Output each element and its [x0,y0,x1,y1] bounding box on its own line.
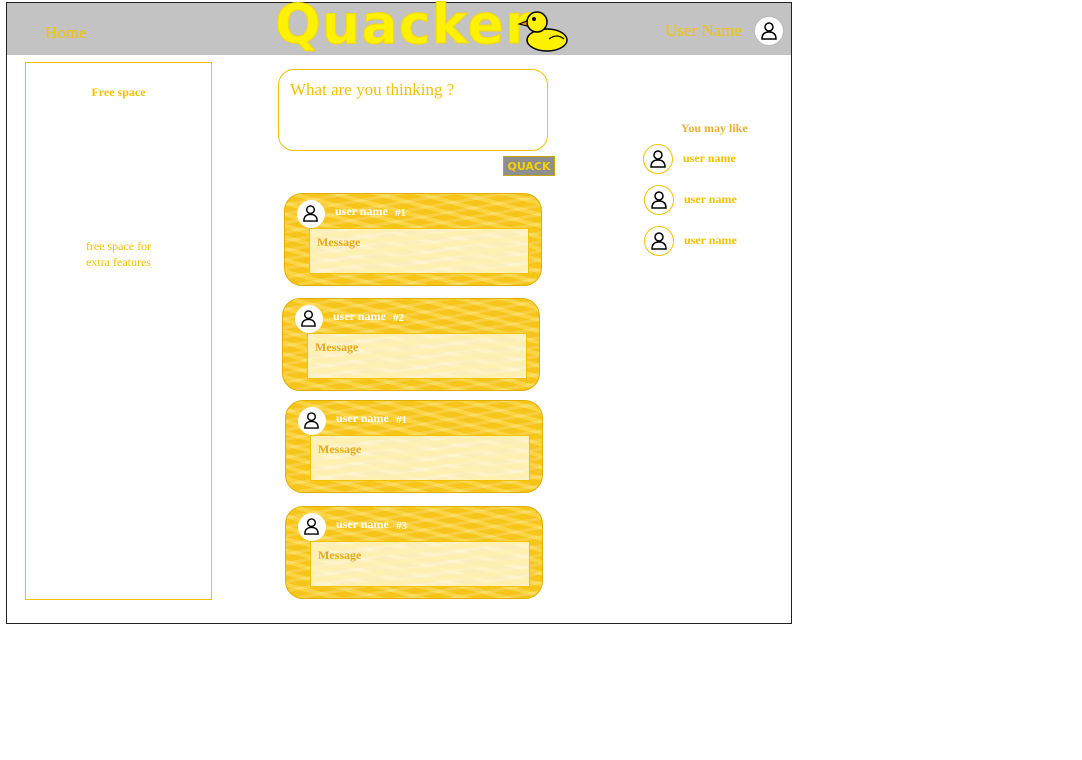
post-username[interactable]: user name [333,309,386,324]
post-message: Message [310,541,530,587]
sidebar-description-line2: extra features [86,255,151,269]
you-may-like-title: You may like [681,121,748,135]
post-message-text: Message [317,235,361,249]
app-frame: Home Quacker User Name Free space free s… [6,0,792,624]
logo-text: Quacker [275,0,533,57]
suggested-user-name[interactable]: user name [684,233,737,248]
post-input[interactable] [288,78,542,142]
post-username[interactable]: user name [336,411,389,426]
post-avatar[interactable] [298,407,326,435]
suggested-user[interactable]: user name [643,226,783,256]
user-icon [651,191,667,209]
user-icon [304,518,319,535]
feed-post: user name #2 Message [282,298,540,391]
feed-post: user name #3 Message [285,506,543,599]
post-avatar[interactable] [298,513,326,541]
post-message: Message [310,435,530,481]
post-username[interactable]: user name [336,517,389,532]
user-icon [651,232,667,250]
suggested-user-avatar[interactable] [643,144,673,174]
user-icon [650,150,666,168]
sidebar-description-line1: free space for [85,239,152,253]
post-composer [278,69,548,151]
suggested-user-avatar[interactable] [644,226,674,256]
suggested-user-name[interactable]: user name [684,192,737,207]
post-number: #2 [393,312,404,324]
post-number: #1 [395,207,406,219]
home-link[interactable]: Home [45,23,87,43]
logo[interactable]: Quacker [275,0,575,57]
top-bar: Home Quacker User Name [7,0,791,57]
left-sidebar: Free space free space for extra features [25,62,212,600]
user-icon [304,412,319,429]
post-number: #1 [396,414,407,426]
post-avatar[interactable] [295,305,323,333]
user-icon [301,310,316,327]
feed-post: user name #1 Message [285,400,543,493]
post-username[interactable]: user name [335,204,388,219]
quack-button[interactable]: QUACK [503,156,555,176]
post-message-text: Message [318,442,362,456]
post-message: Message [307,333,527,379]
post-message-text: Message [318,548,362,562]
post-avatar[interactable] [297,200,325,228]
feed-post: user name #1 Message [284,193,542,286]
user-icon [761,22,777,40]
duck-icon [517,11,568,52]
current-user-avatar[interactable] [754,16,784,46]
sidebar-title: Free space [91,85,146,99]
user-icon [303,205,318,222]
post-number: #3 [396,520,407,532]
suggested-user-avatar[interactable] [644,185,674,215]
post-message-text: Message [315,340,359,354]
suggested-user[interactable]: user name [643,144,783,174]
post-message: Message [309,228,529,274]
suggested-user-name[interactable]: user name [683,151,736,166]
sidebar-description: free space for extra features [26,238,211,270]
suggested-user[interactable]: user name [643,185,783,215]
current-user-name[interactable]: User Name [665,21,742,41]
